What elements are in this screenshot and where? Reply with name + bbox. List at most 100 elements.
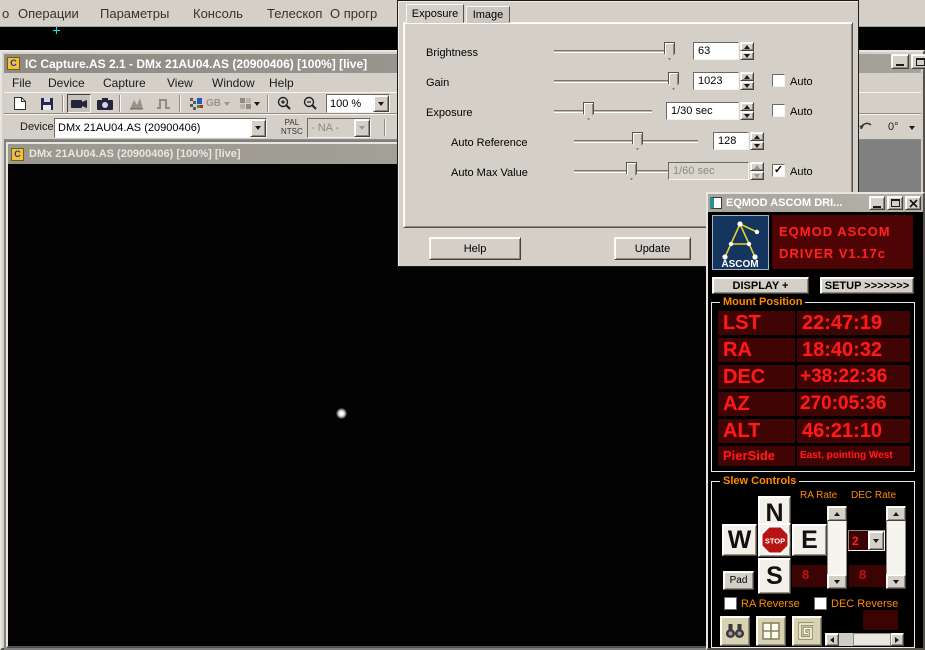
close-button[interactable] xyxy=(905,196,921,210)
menu-item-about[interactable]: О прогр xyxy=(330,6,377,21)
minimize-button[interactable] xyxy=(869,196,885,210)
ra-rate-scrollbar[interactable] xyxy=(827,506,847,589)
dec-rate-combo-arrow[interactable] xyxy=(868,531,884,550)
mount-position-group: Mount Position LST 22:47:19 RA 18:40:32 … xyxy=(711,302,915,472)
arrow-up-icon xyxy=(744,105,750,109)
slew-south-button[interactable]: S xyxy=(758,558,791,594)
rotation-dropdown[interactable] xyxy=(905,121,919,135)
dec-rate-combo-value: 2 xyxy=(849,534,868,548)
dec-reverse-checkbox[interactable] xyxy=(814,597,827,610)
device-combo[interactable]: DMx 21AU04.AS (20900406) xyxy=(54,118,267,138)
scrollbar-track[interactable] xyxy=(886,521,906,574)
zoom-level-combo[interactable]: 100 % xyxy=(326,94,390,113)
chevron-down-icon xyxy=(378,102,384,106)
histogram-button[interactable] xyxy=(124,94,148,113)
spiral-search-button[interactable] xyxy=(792,616,822,646)
spin-up[interactable] xyxy=(750,132,764,141)
scroll-up-button[interactable] xyxy=(827,506,847,521)
menu-window[interactable]: Window xyxy=(212,76,255,90)
toolbar-separator xyxy=(119,95,121,112)
scroll-down-button[interactable] xyxy=(827,574,847,589)
brightness-value[interactable]: 63 xyxy=(693,42,739,60)
spin-down[interactable] xyxy=(750,141,764,150)
slew-west-button[interactable]: W xyxy=(722,524,757,556)
gain-value[interactable]: 1023 xyxy=(693,72,739,90)
horizontal-scrollbar[interactable] xyxy=(825,633,904,646)
spin-down[interactable] xyxy=(740,81,754,90)
maximize-button[interactable] xyxy=(911,54,925,69)
new-file-button[interactable] xyxy=(8,94,32,113)
exposure-auto-checkbox[interactable] xyxy=(772,104,785,117)
menu-item-partial[interactable]: о xyxy=(2,6,9,21)
rotate-icon xyxy=(858,121,874,135)
pad-button[interactable]: Pad xyxy=(723,571,754,590)
auto-reference-spinner[interactable] xyxy=(750,132,764,150)
scroll-right-button[interactable] xyxy=(890,633,904,646)
chevron-down-icon xyxy=(359,126,365,130)
menu-item-operations[interactable]: Операции xyxy=(18,6,79,21)
save-button[interactable] xyxy=(35,94,59,113)
save-icon xyxy=(40,97,54,111)
update-button[interactable]: Update xyxy=(614,237,691,260)
layout-dropdown[interactable] xyxy=(235,94,265,113)
brightness-slider[interactable] xyxy=(554,50,675,53)
help-button[interactable]: Help xyxy=(429,237,521,260)
window-layout-button[interactable] xyxy=(756,616,786,646)
scrollbar-track[interactable] xyxy=(827,521,847,574)
search-sync-button[interactable] xyxy=(720,616,750,646)
menu-item-console[interactable]: Консоль xyxy=(193,6,243,21)
dec-rate-combo[interactable]: 2 xyxy=(848,530,885,551)
spin-down[interactable] xyxy=(740,51,754,60)
gain-slider[interactable] xyxy=(554,80,679,83)
spin-up[interactable] xyxy=(740,72,754,81)
menu-capture[interactable]: Capture xyxy=(103,76,146,90)
gain-auto-checkbox[interactable] xyxy=(772,74,785,87)
gain-spinner[interactable] xyxy=(740,72,754,90)
setup-button[interactable]: SETUP >>>>>>> xyxy=(820,277,914,294)
live-video-button[interactable] xyxy=(67,94,91,113)
menu-item-parameters[interactable]: Параметры xyxy=(100,6,169,21)
slew-stop-button[interactable]: STOP xyxy=(758,523,791,557)
snapshot-button[interactable] xyxy=(93,94,117,113)
ra-reverse-checkbox[interactable] xyxy=(724,597,737,610)
brightness-spinner[interactable] xyxy=(740,42,754,60)
gb-dropdown[interactable]: GB xyxy=(203,94,233,113)
menu-device[interactable]: Device xyxy=(48,76,85,90)
trigger-button[interactable] xyxy=(151,94,175,113)
exposure-label: Exposure xyxy=(426,107,472,119)
exposure-spinner[interactable] xyxy=(740,102,754,120)
dec-rate-scrollbar[interactable] xyxy=(886,506,906,589)
zoom-combo-arrow[interactable] xyxy=(373,95,389,112)
spin-down[interactable] xyxy=(740,111,754,120)
spin-up[interactable] xyxy=(740,42,754,51)
menu-help[interactable]: Help xyxy=(269,76,294,90)
auto-max-auto-checkbox[interactable]: ✓ xyxy=(772,164,785,177)
scroll-down-button[interactable] xyxy=(886,574,906,589)
arrow-up-icon xyxy=(754,135,760,139)
exposure-value[interactable]: 1/30 sec xyxy=(666,102,739,120)
zoom-in-icon xyxy=(277,96,292,111)
zoom-out-button[interactable] xyxy=(298,94,322,113)
auto-max-slider[interactable] xyxy=(574,170,674,173)
tab-exposure[interactable]: Exposure xyxy=(406,4,464,23)
arrow-down-icon xyxy=(834,580,840,584)
minimize-button[interactable] xyxy=(891,54,909,69)
zoom-in-button[interactable] xyxy=(272,94,296,113)
toolbar-separator xyxy=(62,95,64,112)
scroll-up-button[interactable] xyxy=(886,506,906,521)
scroll-left-button[interactable] xyxy=(825,633,839,646)
tab-image[interactable]: Image xyxy=(466,6,510,23)
maximize-button[interactable] xyxy=(887,196,903,210)
device-combo-arrow[interactable] xyxy=(250,119,266,137)
spin-up[interactable] xyxy=(740,102,754,111)
menu-file[interactable]: File xyxy=(12,76,31,90)
menu-item-telescope[interactable]: Телескоп xyxy=(267,6,322,21)
exposure-slider[interactable] xyxy=(554,110,652,113)
slew-east-button[interactable]: E xyxy=(792,524,827,556)
scrollbar-track[interactable] xyxy=(839,633,890,646)
auto-reference-value[interactable]: 128 xyxy=(713,132,749,150)
scrollbar-thumb[interactable] xyxy=(853,633,891,646)
display-button[interactable]: DISPLAY + xyxy=(712,277,809,294)
menu-view[interactable]: View xyxy=(167,76,193,90)
screen: о Операции Параметры Консоль Телескоп О … xyxy=(0,0,925,650)
